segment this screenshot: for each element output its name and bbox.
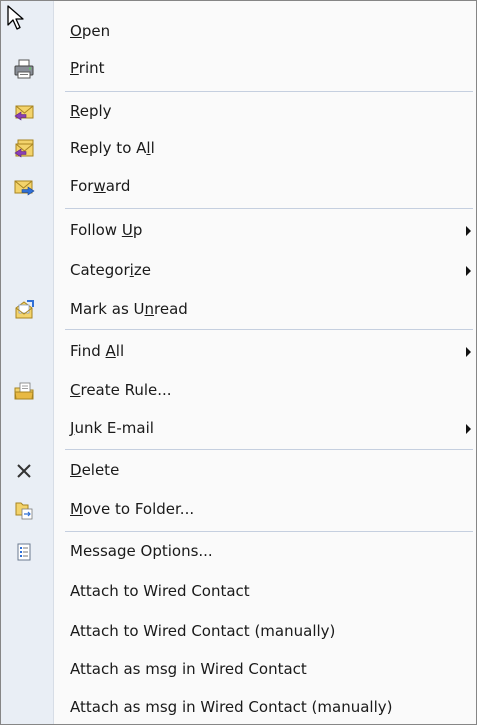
menu-separator: [65, 449, 473, 450]
menu-item-reply[interactable]: Reply: [1, 93, 476, 130]
menu-item-attach-as-msg[interactable]: Attach as msg in Wired Contact: [1, 651, 476, 688]
create-rule-icon: [14, 382, 34, 400]
reply-all-icon: [14, 139, 34, 158]
submenu-arrow-icon: [466, 226, 471, 236]
menu-item-label: Reply to All: [70, 139, 155, 157]
message-options-icon: [17, 543, 31, 561]
menu-item-find-all[interactable]: Find All: [1, 333, 476, 370]
menu-item-label: Attach as msg in Wired Contact: [70, 660, 307, 678]
menu-item-label: Attach to Wired Contact (manually): [70, 622, 336, 640]
printer-icon: [14, 59, 34, 79]
menu-separator: [65, 91, 473, 92]
menu-item-forward[interactable]: Forward: [1, 168, 476, 205]
delete-icon: [17, 464, 31, 478]
menu-item-label: Move to Folder...: [70, 500, 195, 518]
menu-separator: [65, 329, 473, 330]
submenu-arrow-icon: [466, 347, 471, 357]
menu-item-follow-up[interactable]: Follow Up: [1, 212, 476, 249]
menu-item-create-rule[interactable]: Create Rule...: [1, 372, 476, 409]
move-folder-icon: [15, 502, 33, 520]
menu-item-label: Attach to Wired Contact: [70, 582, 250, 600]
menu-item-message-options[interactable]: Message Options...: [1, 533, 476, 570]
menu-item-label: Message Options...: [70, 542, 213, 560]
forward-icon: [14, 180, 35, 196]
menu-item-label: Junk E-mail: [70, 419, 154, 437]
menu-item-label: Find All: [70, 342, 125, 360]
menu-item-label: Attach as msg in Wired Contact (manually…: [70, 698, 393, 716]
menu-item-label: Delete: [70, 461, 120, 479]
menu-item-label: Follow Up: [70, 221, 143, 239]
menu-item-junk-email[interactable]: Junk E-mail: [1, 410, 476, 447]
menu-item-open[interactable]: Open: [1, 13, 476, 50]
menu-item-label: Print: [70, 59, 105, 77]
menu-item-mark-as-unread[interactable]: Mark as Unread: [1, 291, 476, 328]
submenu-arrow-icon: [466, 266, 471, 276]
menu-item-label: Create Rule...: [70, 381, 172, 399]
menu-item-attach-as-msg-manually[interactable]: Attach as msg in Wired Contact (manually…: [1, 689, 476, 725]
submenu-arrow-icon: [466, 424, 471, 434]
menu-item-move-to-folder[interactable]: Move to Folder...: [1, 491, 476, 528]
menu-item-print[interactable]: Print: [1, 50, 476, 87]
menu-item-label: Mark as Unread: [70, 300, 188, 318]
menu-item-reply-to-all[interactable]: Reply to All: [1, 130, 476, 167]
reply-icon: [14, 105, 34, 121]
menu-item-attach-to-wired-contact-manually[interactable]: Attach to Wired Contact (manually): [1, 613, 476, 650]
menu-item-label: Reply: [70, 102, 112, 120]
menu-item-label: Categorize: [70, 261, 151, 279]
mark-unread-icon: [15, 300, 34, 319]
menu-item-label: Forward: [70, 177, 131, 195]
context-menu: Open Print Reply Reply to All Forward Fo…: [0, 0, 477, 725]
menu-separator: [65, 208, 473, 209]
menu-item-label: Open: [70, 22, 111, 40]
menu-item-attach-to-wired-contact[interactable]: Attach to Wired Contact: [1, 573, 476, 610]
menu-item-categorize[interactable]: Categorize: [1, 252, 476, 289]
menu-item-delete[interactable]: Delete: [1, 452, 476, 489]
menu-separator: [65, 531, 473, 532]
